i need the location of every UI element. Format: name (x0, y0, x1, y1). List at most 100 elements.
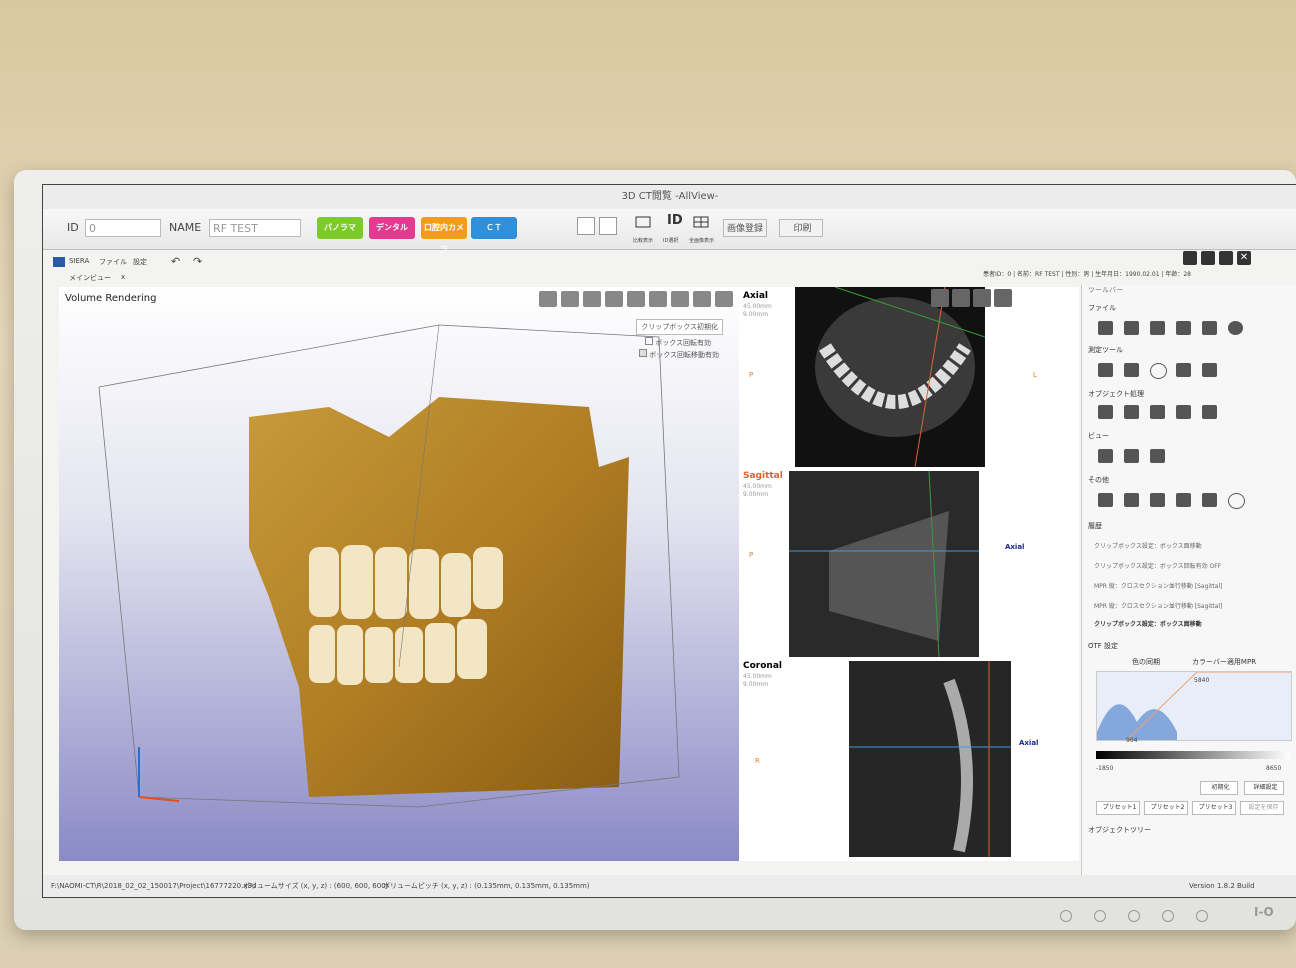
section-measure: 測定ツール (1088, 346, 1123, 354)
dental-button[interactable]: デンタル (369, 217, 415, 239)
otf-title: OTF 設定 (1088, 642, 1119, 650)
app-logo-icon (53, 257, 65, 267)
polygon-icon[interactable] (1176, 363, 1191, 377)
layout2-icon[interactable] (599, 217, 617, 235)
otf-detail-button[interactable]: 詳細設定 (1244, 781, 1284, 795)
mpr-axial-sub2: 9.00mm (743, 311, 769, 318)
mpr-axial-image[interactable] (795, 287, 985, 467)
ruler-icon[interactable] (1098, 363, 1113, 377)
circle-icon[interactable] (1150, 363, 1167, 379)
tab-main-view[interactable]: メインビュー (69, 273, 111, 283)
otf-color-sync[interactable]: 色の同期 (1132, 657, 1160, 667)
maximize-icon[interactable] (1201, 251, 1215, 265)
compare-icon[interactable] (635, 213, 653, 231)
otf-max-value: 8650 (1266, 765, 1282, 772)
undo-icon[interactable]: ↶ (171, 255, 180, 268)
mpr-axial[interactable]: Axial 45.00mm 9.00mm P L (739, 287, 1079, 477)
monitor-button-icon[interactable] (1060, 910, 1072, 922)
monitor-screen: 3D CT閲覧 -AllView- ID 0 NAME RF TEST パノラマ… (42, 184, 1296, 898)
popout-icon[interactable] (1219, 251, 1233, 265)
clip-box-outline (98, 324, 680, 808)
mpr-sagittal[interactable]: Sagittal 45.00mm 9.00mm P Axial (739, 467, 1079, 657)
name-field[interactable]: RF TEST (209, 219, 301, 237)
otf-colorbar[interactable]: カラーバー適用MPR (1192, 657, 1256, 667)
mpr-tool-icon[interactable] (931, 289, 949, 307)
menu-settings[interactable]: 設定 (133, 257, 147, 267)
history-item[interactable]: クリップボックス設定：ボックス回転有効 OFF (1094, 561, 1221, 570)
mpr-sagittal-marker: P (749, 551, 754, 559)
disc-icon[interactable] (1228, 321, 1243, 335)
monitor-button-icon[interactable] (1128, 910, 1140, 922)
monitor-button-icon[interactable] (1196, 910, 1208, 922)
reset-icon[interactable] (1228, 493, 1245, 509)
layout-icon[interactable] (577, 217, 595, 235)
pan-icon[interactable] (1124, 493, 1139, 507)
all-images-icon[interactable] (693, 213, 711, 231)
id-select-label: ID選択 (663, 238, 679, 244)
mpr-tool-icon[interactable] (952, 289, 970, 307)
print-button[interactable]: 印刷 (779, 219, 823, 237)
mpr-coronal-sub2: 9.00mm (743, 681, 769, 688)
otf-init-button[interactable]: 初期化 (1200, 781, 1238, 795)
curve-icon[interactable] (1176, 405, 1191, 419)
nerve-icon[interactable] (1124, 405, 1139, 419)
mpr-tool-icon[interactable] (973, 289, 991, 307)
export-icon[interactable] (1124, 321, 1139, 335)
otf-min-value: -1850 (1096, 765, 1114, 772)
grid-view-icon[interactable] (1124, 449, 1139, 463)
monitor-button-icon[interactable] (1162, 910, 1174, 922)
tooth-icon[interactable] (1202, 405, 1217, 419)
mpr-coronal[interactable]: Coronal 45.00mm 9.00mm R Axial (739, 657, 1079, 857)
menu-siera[interactable]: SIERA (69, 257, 89, 265)
printer-icon[interactable] (1150, 449, 1165, 463)
header-toolbar: ID 0 NAME RF TEST パノラマ デンタル 口腔内カメラ ＣＴ 比較… (43, 209, 1296, 254)
save-icon[interactable] (1150, 321, 1165, 335)
preset2-button[interactable]: プリセット2 (1144, 801, 1188, 815)
menu-file[interactable]: ファイル (99, 257, 127, 267)
object-tree-title: オブジェクトツリー (1088, 826, 1151, 834)
id-select-icon[interactable]: ID (667, 213, 683, 228)
angle-icon[interactable] (1124, 363, 1139, 377)
minimize-icon[interactable] (1183, 251, 1197, 265)
zoom-icon[interactable] (1098, 493, 1113, 507)
mpr-coronal-marker2: Axial (1019, 739, 1039, 747)
id-field[interactable]: 0 (85, 219, 161, 237)
panorama-button[interactable]: パノラマ (317, 217, 363, 239)
open-folder-icon[interactable] (1098, 321, 1113, 335)
volume-rendering-view[interactable]: Volume Rendering クリップボックス初期化 ボックス回転有効 ボッ… (59, 287, 739, 861)
panorama-view-icon[interactable] (1098, 449, 1113, 463)
ct-button[interactable]: ＣＴ (471, 217, 517, 239)
history-item[interactable]: MPR 縦：クロスセクション並行移動 [Sagittal] (1094, 601, 1222, 610)
save-preset-button[interactable]: 設定を保存 (1240, 801, 1284, 815)
image-export-button[interactable]: 画像登録 (723, 219, 767, 237)
tab-close-icon[interactable]: x (121, 273, 125, 281)
mpr-sagittal-info: 45.00mm 9.00mm (743, 483, 772, 499)
book-icon[interactable] (1202, 493, 1217, 507)
redo-icon[interactable]: ↷ (193, 255, 202, 268)
mpr-coronal-sub1: 45.00mm (743, 673, 772, 680)
mpr-sagittal-image[interactable] (789, 471, 979, 657)
cd-icon[interactable] (1176, 321, 1191, 335)
preset3-button[interactable]: プリセット3 (1192, 801, 1236, 815)
mpr-axial-title: Axial (743, 291, 769, 301)
cube-icon[interactable] (1176, 493, 1191, 507)
implant-icon[interactable] (1098, 405, 1113, 419)
history-item[interactable]: クリップボックス設定：ボックス面移動 (1094, 541, 1202, 550)
mpr-coronal-title: Coronal (743, 661, 782, 671)
mpr-axial-tools (931, 289, 1012, 307)
name-label: NAME (169, 221, 202, 234)
close-icon[interactable]: ✕ (1237, 251, 1251, 265)
otf-gradient-bar[interactable] (1096, 751, 1290, 759)
history-item[interactable]: クリップボックス設定：ボックス面移動 (1094, 619, 1202, 628)
camera-icon[interactable] (1202, 321, 1217, 335)
note-icon[interactable] (1202, 363, 1217, 377)
monitor-button-icon[interactable] (1094, 910, 1106, 922)
crop-icon[interactable] (1150, 493, 1165, 507)
preset1-button[interactable]: プリセット1 (1096, 801, 1140, 815)
history-item[interactable]: MPR 縦：クロスセクション並行移動 [Sagittal] (1094, 581, 1222, 590)
mpr-coronal-image[interactable] (849, 661, 1011, 857)
all-images-label: 全画像表示 (689, 238, 715, 244)
segment-icon[interactable] (1150, 405, 1165, 419)
intraoral-camera-button[interactable]: 口腔内カメラ (421, 217, 467, 254)
mpr-tool-icon[interactable] (994, 289, 1012, 307)
